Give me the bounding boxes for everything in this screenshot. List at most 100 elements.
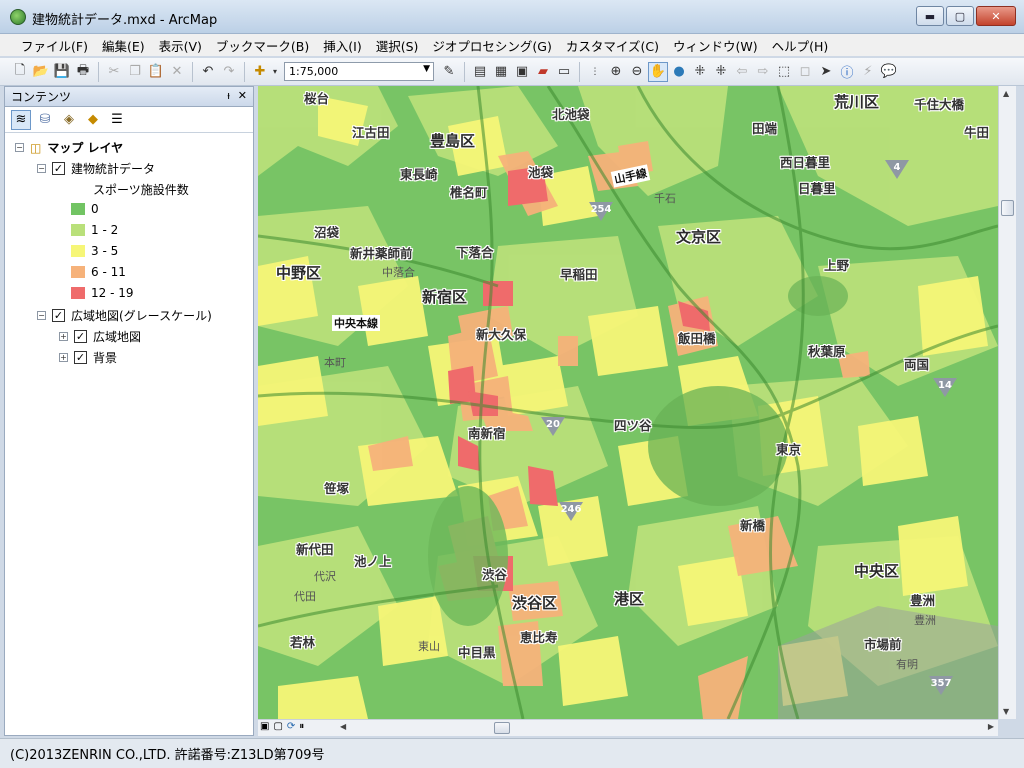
list-by-selection-icon[interactable]: ◆ <box>83 110 103 130</box>
search-window-icon[interactable]: ▣ <box>512 62 532 82</box>
menu-view[interactable]: 表示(V) <box>152 36 209 55</box>
zoom-in-icon[interactable]: ⊕ <box>606 62 626 82</box>
open-folder-icon[interactable]: 📂 <box>31 62 51 82</box>
python-window-icon[interactable]: ▭ <box>554 62 574 82</box>
menu-edit[interactable]: 編集(E) <box>95 36 152 55</box>
station-label: 日暮里 <box>798 181 836 196</box>
legend-swatch <box>71 224 85 236</box>
arctoolbox-icon[interactable]: ▰ <box>533 62 553 82</box>
legend-class-row[interactable]: 3 - 5 <box>71 244 118 258</box>
list-by-source-icon[interactable]: ⛁ <box>35 110 55 130</box>
close-button[interactable]: ✕ <box>976 6 1016 26</box>
ward-label: 港区 <box>614 590 645 608</box>
pan-hand-icon[interactable]: ✋ <box>648 61 668 82</box>
place-label: 本町 <box>324 356 346 369</box>
station-label: 西日暮里 <box>780 155 831 170</box>
group-layer-row[interactable]: − ✓ 広域地図(グレースケール) <box>37 307 212 324</box>
collapse-icon[interactable]: − <box>15 143 24 152</box>
select-features-icon[interactable]: ⬚ <box>774 62 794 82</box>
scroll-up-icon[interactable]: ▲ <box>1003 89 1009 98</box>
collapse-icon[interactable]: − <box>37 311 46 320</box>
delete-icon[interactable]: ✕ <box>167 62 187 82</box>
sublayer-row[interactable]: + ✓ 広域地図 <box>59 328 141 345</box>
full-extent-globe-icon[interactable]: ● <box>669 62 689 82</box>
station-label: 両国 <box>904 357 930 372</box>
toolbar-options-icon[interactable]: ⋮ <box>585 62 605 82</box>
horizontal-scroll-thumb[interactable] <box>494 722 510 734</box>
map-scale-select[interactable]: 1:75,000 ▼ <box>284 62 434 81</box>
menu-selection[interactable]: 選択(S) <box>369 36 426 55</box>
add-data-icon[interactable]: ✚ <box>250 62 270 82</box>
table-of-contents-icon[interactable]: ▤ <box>470 62 490 82</box>
legend-class-label: 3 - 5 <box>91 244 119 258</box>
html-popup-icon[interactable]: 💬 <box>879 62 899 82</box>
menu-customize[interactable]: カスタマイズ(C) <box>559 36 666 55</box>
layer-visibility-checkbox[interactable]: ✓ <box>52 309 65 322</box>
station-label: 田端 <box>752 121 778 136</box>
paste-icon[interactable]: 📋 <box>146 62 166 82</box>
toc-options-icon[interactable]: ☰ <box>107 110 127 130</box>
print-icon[interactable]: 🖶 <box>73 62 93 82</box>
forward-extent-icon[interactable]: ⇨ <box>753 62 773 82</box>
clear-selection-icon[interactable]: ◻ <box>795 62 815 82</box>
layer-visibility-checkbox[interactable]: ✓ <box>74 330 87 343</box>
toc-close-icon[interactable]: ✕ <box>238 89 247 102</box>
legend-class-row[interactable]: 1 - 2 <box>71 223 118 237</box>
expand-icon[interactable]: + <box>59 353 68 362</box>
copy-icon[interactable]: ❐ <box>125 62 145 82</box>
select-elements-pointer-icon[interactable]: ➤ <box>816 62 836 82</box>
menu-help[interactable]: ヘルプ(H) <box>765 36 836 55</box>
legend-class-row[interactable]: 0 <box>71 202 99 216</box>
collapse-icon[interactable]: − <box>37 164 46 173</box>
hyperlink-lightning-icon[interactable]: ⚡ <box>858 62 878 82</box>
pause-drawing-icon[interactable]: ⏸ <box>299 721 304 732</box>
scroll-left-icon[interactable]: ◀ <box>340 722 346 731</box>
layers-stack-icon: ◫ <box>30 140 42 155</box>
menu-geoprocessing[interactable]: ジオプロセシング(G) <box>425 36 558 55</box>
fixed-zoom-out-icon[interactable]: ⁜ <box>711 62 731 82</box>
menu-insert[interactable]: 挿入(I) <box>316 36 368 55</box>
vertical-scroll-thumb[interactable] <box>1001 200 1014 216</box>
minimize-button[interactable]: ▬ <box>916 6 944 26</box>
new-document-icon[interactable]: 🗋 <box>10 62 30 82</box>
sublayer-row[interactable]: + ✓ 背景 <box>59 349 117 366</box>
scroll-down-icon[interactable]: ▼ <box>1003 707 1009 716</box>
field-name-row: スポーツ施設件数 <box>93 181 189 198</box>
layer-visibility-checkbox[interactable]: ✓ <box>52 162 65 175</box>
route-shield: 246 <box>558 500 584 522</box>
fixed-zoom-in-icon[interactable]: ⁜ <box>690 62 710 82</box>
menu-file[interactable]: ファイル(F) <box>14 36 95 55</box>
add-data-dropdown-icon[interactable]: ▾ <box>271 62 279 82</box>
scroll-right-icon[interactable]: ▶ <box>988 722 994 731</box>
expand-icon[interactable]: + <box>59 332 68 341</box>
layout-view-icon[interactable]: ▢ <box>273 721 282 732</box>
data-view-icon[interactable]: ▣ <box>260 721 269 732</box>
menu-windows[interactable]: ウィンドウ(W) <box>666 36 765 55</box>
station-label: 千住大橋 <box>914 97 965 112</box>
pin-icon[interactable]: ᵼ <box>227 89 229 102</box>
save-icon[interactable]: 💾 <box>52 62 72 82</box>
list-by-visibility-icon[interactable]: ◈ <box>59 110 79 130</box>
map-layers-row[interactable]: − ◫ マップ レイヤ <box>15 139 123 156</box>
horizontal-scrollbar[interactable]: ▣ ▢ ⟳ ⏸ ◀ ▶ <box>258 719 998 736</box>
cut-icon[interactable]: ✂ <box>104 62 124 82</box>
map-display[interactable]: 荒川区 豊島区 文京区 中野区 新宿区 渋谷区 港区 中央区 桜台 北池袋 田端… <box>258 86 998 719</box>
arcmap-icon <box>10 9 26 25</box>
layer-row-building-stats[interactable]: − ✓ 建物統計データ <box>37 160 155 177</box>
editor-toolbar-icon[interactable]: ✎ <box>439 62 459 82</box>
layer-visibility-checkbox[interactable]: ✓ <box>74 351 87 364</box>
identify-icon[interactable]: ⓘ <box>837 62 857 82</box>
zoom-out-icon[interactable]: ⊖ <box>627 62 647 82</box>
redo-icon[interactable]: ↷ <box>219 62 239 82</box>
vertical-scrollbar[interactable]: ▲ ▼ <box>998 86 1016 719</box>
catalog-icon[interactable]: ▦ <box>491 62 511 82</box>
list-by-drawing-order-icon[interactable]: ≋ <box>11 109 31 130</box>
back-extent-icon[interactable]: ⇦ <box>732 62 752 82</box>
maximize-button[interactable]: ▢ <box>946 6 974 26</box>
legend-class-row[interactable]: 6 - 11 <box>71 265 126 279</box>
menu-bookmarks[interactable]: ブックマーク(B) <box>209 36 316 55</box>
undo-icon[interactable]: ↶ <box>198 62 218 82</box>
legend-class-row[interactable]: 12 - 19 <box>71 286 134 300</box>
refresh-icon[interactable]: ⟳ <box>287 721 295 732</box>
menu-bar: ファイル(F) 編集(E) 表示(V) ブックマーク(B) 挿入(I) 選択(S… <box>0 34 1024 56</box>
